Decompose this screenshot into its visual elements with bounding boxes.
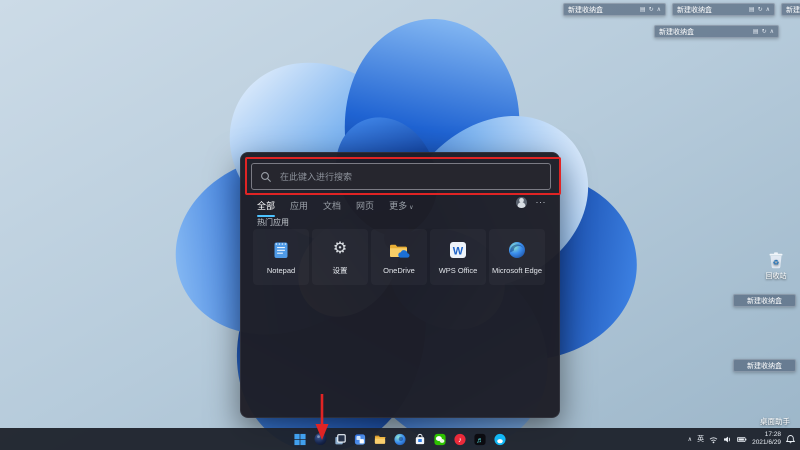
volume-icon[interactable] [723,435,732,444]
tray-date: 2021/6/29 [752,439,781,447]
tray-time: 17:28 [752,431,781,439]
qq-button[interactable] [493,432,508,447]
task-view-button[interactable] [333,432,348,447]
app-tile-settings[interactable]: ⚙ 设置 [312,229,368,285]
app-tile-label: Microsoft Edge [492,266,542,275]
music-app-icon: ♪ [454,433,467,446]
video-app-icon: ♬ [474,433,487,446]
tab-more-label: 更多 [389,201,407,211]
start-button[interactable] [293,432,308,447]
top-apps-row: Notepad ⚙ 设置 OneDrive W W [253,229,545,285]
organizer-box-title: 新建收纳盒 [677,5,749,15]
app-tile-label: Notepad [267,266,295,275]
search-orb-icon [313,432,327,446]
notification-bell-icon[interactable] [786,434,795,444]
battery-icon[interactable] [737,435,747,444]
qq-app-icon [494,433,507,446]
input-indicator[interactable]: 英 [697,434,704,444]
box-refresh-icon[interactable]: ↻ [762,28,767,35]
svg-text:W: W [453,245,464,257]
tab-all[interactable]: 全部 [257,199,275,212]
task-view-icon [334,433,347,446]
store-button[interactable] [413,432,428,447]
store-bag-icon [414,433,427,446]
search-icon [260,171,272,183]
chat-app-icon [434,433,447,446]
organizer-box-title: 新建收纳盒 [568,5,640,15]
section-title: 热门应用 [257,217,289,228]
app-tile-notepad[interactable]: Notepad [253,229,309,285]
tray-chevron-icon[interactable]: ∧ [688,436,692,443]
tab-more[interactable]: 更多∨ [389,199,413,212]
organizer-box-toolbar[interactable]: 新建收纳盒 [781,3,800,16]
app-tile-label: OneDrive [383,266,415,275]
box-collapse-icon[interactable]: ∧ [770,28,774,35]
app-tile-onedrive[interactable]: OneDrive [371,229,427,285]
organizer-box-title: 新建收纳盒 [747,361,782,371]
taskbar: ♪ ♬ ∧ 英 [0,428,800,450]
wifi-icon[interactable] [709,435,718,444]
organizer-box-title: 新建收纳盒 [786,5,800,15]
edge-button[interactable] [393,432,408,447]
widgets-button[interactable] [353,432,368,447]
app-tile-label: 设置 [333,265,348,276]
app-tile-wps[interactable]: W WPS Office [430,229,486,285]
recycle-bin-label: 回收站 [756,271,796,281]
search-panel: 全部 应用 文档 网页 更多∨ ··· 热门应用 Notepad ⚙ [240,152,560,418]
organizer-box-toolbar[interactable]: 新建收纳盒 ▤↻∧ [654,25,779,38]
notepad-icon [270,239,292,261]
tab-web[interactable]: 网页 [356,199,374,212]
tab-documents[interactable]: 文档 [323,199,341,212]
organizer-box-title: 新建收纳盒 [659,27,753,37]
box-collapse-icon[interactable]: ∧ [766,6,770,13]
search-input[interactable] [278,171,542,183]
clock[interactable]: 17:28 2021/6/29 [752,431,781,447]
search-box[interactable] [251,163,551,190]
box-refresh-icon[interactable]: ↻ [758,6,763,13]
organizer-box-title: 新建收纳盒 [747,296,782,306]
onedrive-icon [388,239,410,261]
organizer-box-collapsed[interactable]: 新建收纳盒 [733,294,796,307]
organizer-box-collapsed[interactable]: 新建收纳盒 [733,359,796,372]
recycle-bin[interactable]: ♻ 回收站 [756,250,796,281]
tiktok-button[interactable]: ♬ [473,432,488,447]
more-options-icon[interactable]: ··· [536,198,547,207]
svg-text:♻: ♻ [773,258,780,267]
edge-icon [394,433,407,446]
organizer-box-toolbar[interactable]: 新建收纳盒 ▤↻∧ [672,3,775,16]
user-avatar[interactable] [516,197,527,208]
wps-icon: W [447,239,469,261]
music-app-button[interactable]: ♪ [453,432,468,447]
search-filter-tabs: 全部 应用 文档 网页 更多∨ [257,199,413,212]
widgets-icon [354,433,367,446]
tab-apps[interactable]: 应用 [290,199,308,212]
desktop-assistant-label[interactable]: 桌面助手 [760,416,790,427]
organizer-box-toolbar[interactable]: 新建收纳盒 ▤↻∧ [563,3,666,16]
svg-text:♪: ♪ [458,435,462,444]
box-refresh-icon[interactable]: ↻ [649,6,654,13]
box-menu-icon[interactable]: ▤ [753,28,759,35]
wechat-button[interactable] [433,432,448,447]
edge-icon [506,239,528,261]
box-collapse-icon[interactable]: ∧ [657,6,661,13]
windows-logo-icon [294,433,307,446]
box-menu-icon[interactable]: ▤ [640,6,646,13]
chevron-down-icon: ∨ [409,205,413,211]
recycle-bin-icon: ♻ [766,250,786,270]
folder-icon [374,433,387,446]
app-tile-edge[interactable]: Microsoft Edge [489,229,545,285]
app-tile-label: WPS Office [439,266,478,275]
taskbar-search-button[interactable] [313,432,328,447]
file-explorer-button[interactable] [373,432,388,447]
settings-gear-icon: ⚙ [329,238,351,260]
svg-text:♬: ♬ [476,435,483,444]
box-menu-icon[interactable]: ▤ [749,6,755,13]
